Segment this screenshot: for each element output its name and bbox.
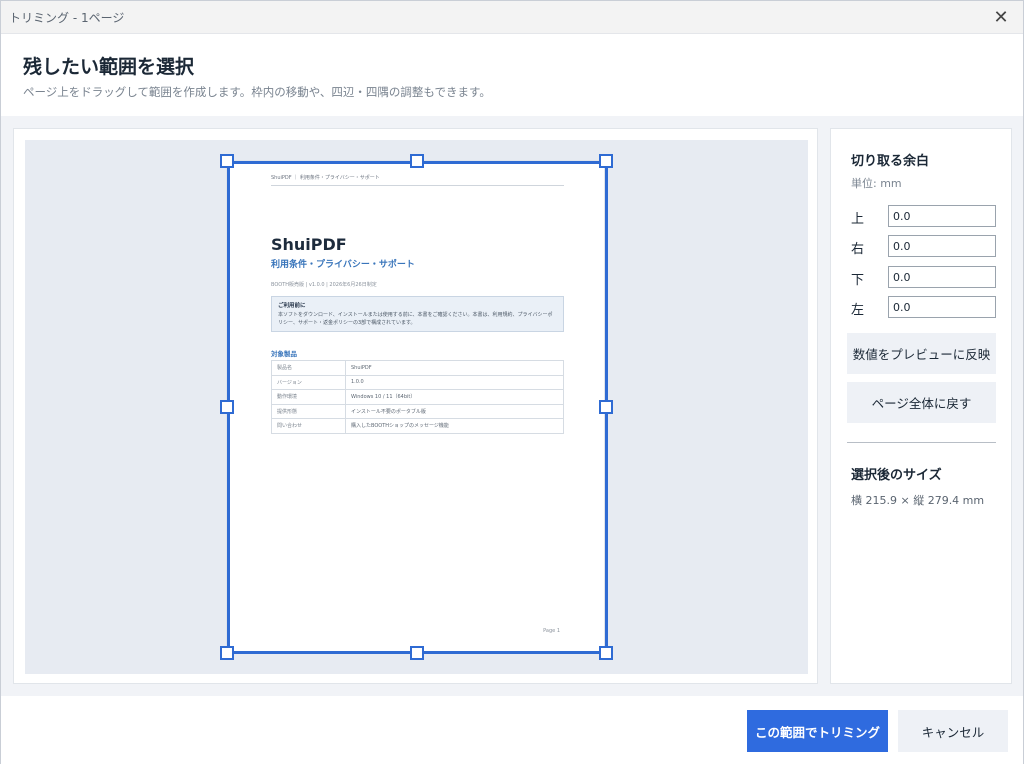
dialog-heading: 残したい範囲を選択 (23, 56, 195, 78)
margin-top-label: 上 (851, 212, 865, 227)
page-preview-area[interactable]: ShuiPDF ｜ 利用条件・プライバシー・サポート ShuiPDF 利用条件・… (25, 140, 808, 674)
panel-divider (847, 442, 996, 443)
margin-left-row: 左 (851, 296, 996, 318)
margin-bottom-input[interactable] (888, 266, 996, 288)
margin-right-input[interactable] (888, 235, 996, 257)
margin-top-row: 上 (851, 205, 996, 227)
crop-handle-right[interactable] (599, 400, 613, 414)
margin-left-label: 左 (851, 303, 865, 318)
dialog-instructions: ページ上をドラッグして範囲を作成します。枠内の移動や、四辺・四隅の調整もできます… (23, 85, 491, 99)
crop-handle-bottom[interactable] (410, 646, 424, 660)
margin-right-row: 右 (851, 235, 996, 257)
crop-frame[interactable] (227, 161, 608, 654)
trim-confirm-button[interactable]: この範囲でトリミング (747, 710, 888, 752)
crop-handle-bottom-right[interactable] (599, 646, 613, 660)
reset-full-page-button[interactable]: ページ全体に戻す (847, 382, 996, 423)
apply-to-preview-button[interactable]: 数値をプレビューに反映 (847, 333, 996, 374)
crop-handle-left[interactable] (220, 400, 234, 414)
preview-panel: ShuiPDF ｜ 利用条件・プライバシー・サポート ShuiPDF 利用条件・… (13, 128, 818, 684)
margin-top-input[interactable] (888, 205, 996, 227)
crop-handle-top[interactable] (410, 154, 424, 168)
selection-size-title: 選択後のサイズ (851, 468, 942, 483)
crop-handle-top-left[interactable] (220, 154, 234, 168)
margin-bottom-row: 下 (851, 266, 996, 288)
cancel-button[interactable]: キャンセル (898, 710, 1008, 752)
margin-bottom-label: 下 (851, 273, 865, 288)
crop-handle-top-right[interactable] (599, 154, 613, 168)
margin-settings-panel: 切り取る余白 単位: mm 上 右 下 左 数値をプレビューに反映 ページ全体に… (830, 128, 1012, 684)
margins-title: 切り取る余白 (851, 154, 930, 169)
window-title: トリミング - 1ページ (9, 11, 125, 25)
dialog-header: 残したい範囲を選択 ページ上をドラッグして範囲を作成します。枠内の移動や、四辺・… (1, 34, 1023, 116)
crop-handle-bottom-left[interactable] (220, 646, 234, 660)
margin-left-input[interactable] (888, 296, 996, 318)
dialog-footer: この範囲でトリミング キャンセル (1, 696, 1023, 764)
margins-unit: 単位: mm (851, 177, 902, 190)
trim-dialog: トリミング - 1ページ ✕ 残したい範囲を選択 ページ上をドラッグして範囲を作… (0, 0, 1024, 764)
dialog-content: ShuiPDF ｜ 利用条件・プライバシー・サポート ShuiPDF 利用条件・… (1, 116, 1023, 696)
close-icon[interactable]: ✕ (979, 1, 1023, 33)
margin-right-label: 右 (851, 242, 865, 257)
selection-size-value: 横 215.9 × 縦 279.4 mm (851, 494, 985, 507)
title-bar: トリミング - 1ページ ✕ (1, 1, 1023, 34)
